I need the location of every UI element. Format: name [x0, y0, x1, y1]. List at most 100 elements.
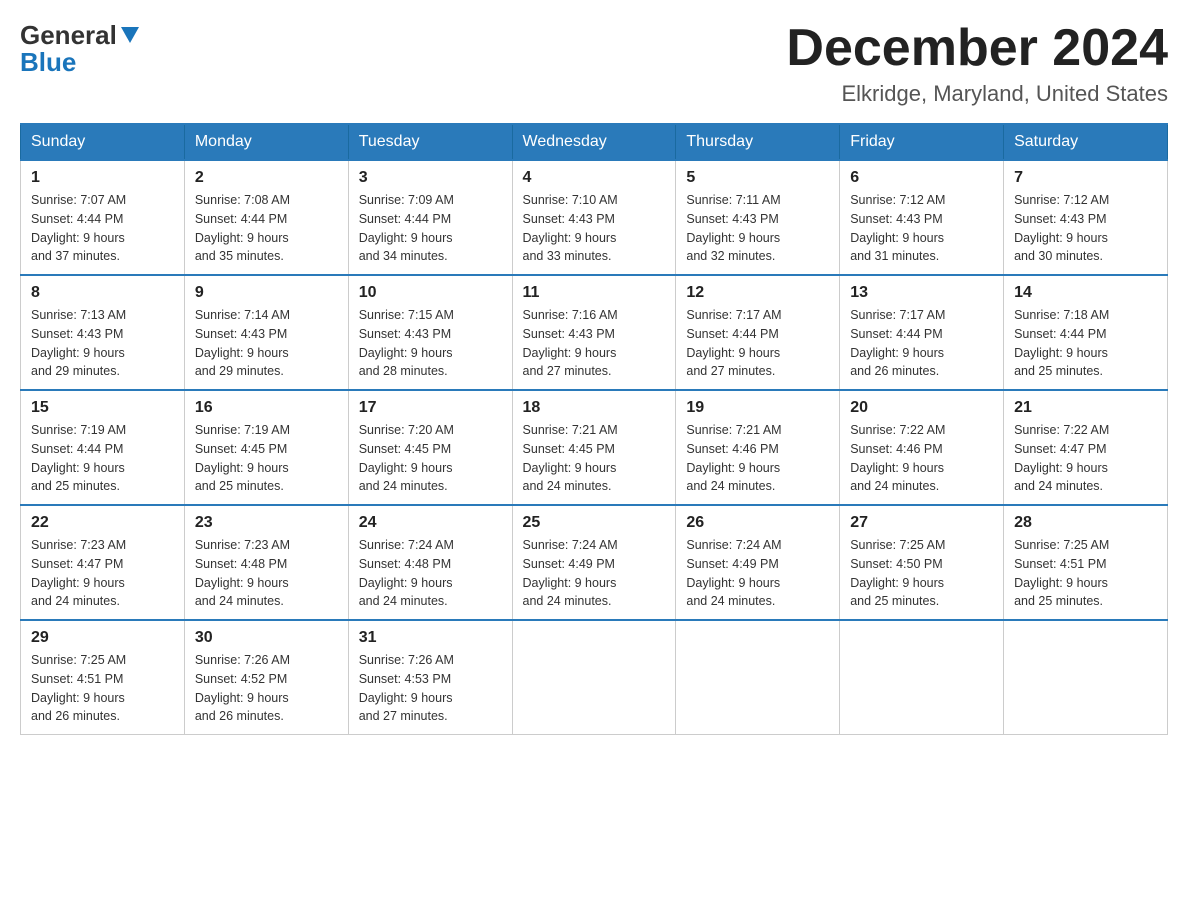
calendar-day-cell: 27 Sunrise: 7:25 AM Sunset: 4:50 PM Dayl…: [840, 505, 1004, 620]
day-info: Sunrise: 7:24 AM Sunset: 4:49 PM Dayligh…: [523, 536, 666, 611]
calendar-day-cell: 19 Sunrise: 7:21 AM Sunset: 4:46 PM Dayl…: [676, 390, 840, 505]
day-info: Sunrise: 7:19 AM Sunset: 4:44 PM Dayligh…: [31, 421, 174, 496]
calendar-day-cell: 31 Sunrise: 7:26 AM Sunset: 4:53 PM Dayl…: [348, 620, 512, 735]
day-number: 3: [359, 169, 502, 187]
day-info: Sunrise: 7:24 AM Sunset: 4:49 PM Dayligh…: [686, 536, 829, 611]
day-info: Sunrise: 7:25 AM Sunset: 4:51 PM Dayligh…: [31, 651, 174, 726]
day-number: 2: [195, 169, 338, 187]
calendar-day-cell: 26 Sunrise: 7:24 AM Sunset: 4:49 PM Dayl…: [676, 505, 840, 620]
calendar-day-cell: 1 Sunrise: 7:07 AM Sunset: 4:44 PM Dayli…: [21, 160, 185, 275]
col-tuesday: Tuesday: [348, 124, 512, 160]
calendar-day-cell: 22 Sunrise: 7:23 AM Sunset: 4:47 PM Dayl…: [21, 505, 185, 620]
col-thursday: Thursday: [676, 124, 840, 160]
day-number: 1: [31, 169, 174, 187]
calendar-day-cell: 11 Sunrise: 7:16 AM Sunset: 4:43 PM Dayl…: [512, 275, 676, 390]
day-info: Sunrise: 7:09 AM Sunset: 4:44 PM Dayligh…: [359, 191, 502, 266]
calendar-day-cell: 28 Sunrise: 7:25 AM Sunset: 4:51 PM Dayl…: [1004, 505, 1168, 620]
day-number: 14: [1014, 284, 1157, 302]
day-info: Sunrise: 7:07 AM Sunset: 4:44 PM Dayligh…: [31, 191, 174, 266]
day-info: Sunrise: 7:21 AM Sunset: 4:46 PM Dayligh…: [686, 421, 829, 496]
day-info: Sunrise: 7:25 AM Sunset: 4:50 PM Dayligh…: [850, 536, 993, 611]
day-number: 6: [850, 169, 993, 187]
calendar-day-cell: [1004, 620, 1168, 735]
day-info: Sunrise: 7:11 AM Sunset: 4:43 PM Dayligh…: [686, 191, 829, 266]
day-info: Sunrise: 7:14 AM Sunset: 4:43 PM Dayligh…: [195, 306, 338, 381]
calendar-day-cell: 13 Sunrise: 7:17 AM Sunset: 4:44 PM Dayl…: [840, 275, 1004, 390]
calendar-day-cell: 14 Sunrise: 7:18 AM Sunset: 4:44 PM Dayl…: [1004, 275, 1168, 390]
day-info: Sunrise: 7:08 AM Sunset: 4:44 PM Dayligh…: [195, 191, 338, 266]
calendar-day-cell: 8 Sunrise: 7:13 AM Sunset: 4:43 PM Dayli…: [21, 275, 185, 390]
day-info: Sunrise: 7:18 AM Sunset: 4:44 PM Dayligh…: [1014, 306, 1157, 381]
calendar-day-cell: 6 Sunrise: 7:12 AM Sunset: 4:43 PM Dayli…: [840, 160, 1004, 275]
day-number: 7: [1014, 169, 1157, 187]
title-block: December 2024 Elkridge, Maryland, United…: [786, 20, 1168, 107]
day-info: Sunrise: 7:12 AM Sunset: 4:43 PM Dayligh…: [850, 191, 993, 266]
day-info: Sunrise: 7:25 AM Sunset: 4:51 PM Dayligh…: [1014, 536, 1157, 611]
day-number: 12: [686, 284, 829, 302]
day-number: 21: [1014, 399, 1157, 417]
day-number: 28: [1014, 514, 1157, 532]
day-number: 31: [359, 629, 502, 647]
day-number: 17: [359, 399, 502, 417]
col-sunday: Sunday: [21, 124, 185, 160]
calendar-day-cell: 16 Sunrise: 7:19 AM Sunset: 4:45 PM Dayl…: [184, 390, 348, 505]
logo-arrow-icon: [119, 25, 141, 47]
calendar-week-row: 8 Sunrise: 7:13 AM Sunset: 4:43 PM Dayli…: [21, 275, 1168, 390]
day-number: 26: [686, 514, 829, 532]
day-info: Sunrise: 7:22 AM Sunset: 4:46 PM Dayligh…: [850, 421, 993, 496]
day-info: Sunrise: 7:10 AM Sunset: 4:43 PM Dayligh…: [523, 191, 666, 266]
page-header: General Blue December 2024 Elkridge, Mar…: [20, 20, 1168, 107]
calendar-table: Sunday Monday Tuesday Wednesday Thursday…: [20, 123, 1168, 735]
calendar-week-row: 1 Sunrise: 7:07 AM Sunset: 4:44 PM Dayli…: [21, 160, 1168, 275]
day-number: 25: [523, 514, 666, 532]
calendar-day-cell: [512, 620, 676, 735]
calendar-day-cell: 17 Sunrise: 7:20 AM Sunset: 4:45 PM Dayl…: [348, 390, 512, 505]
calendar-header-row: Sunday Monday Tuesday Wednesday Thursday…: [21, 124, 1168, 160]
day-info: Sunrise: 7:23 AM Sunset: 4:48 PM Dayligh…: [195, 536, 338, 611]
day-number: 4: [523, 169, 666, 187]
day-number: 22: [31, 514, 174, 532]
calendar-day-cell: 20 Sunrise: 7:22 AM Sunset: 4:46 PM Dayl…: [840, 390, 1004, 505]
day-number: 27: [850, 514, 993, 532]
day-info: Sunrise: 7:12 AM Sunset: 4:43 PM Dayligh…: [1014, 191, 1157, 266]
calendar-day-cell: 18 Sunrise: 7:21 AM Sunset: 4:45 PM Dayl…: [512, 390, 676, 505]
day-info: Sunrise: 7:20 AM Sunset: 4:45 PM Dayligh…: [359, 421, 502, 496]
month-title: December 2024: [786, 20, 1168, 77]
calendar-week-row: 15 Sunrise: 7:19 AM Sunset: 4:44 PM Dayl…: [21, 390, 1168, 505]
calendar-day-cell: [676, 620, 840, 735]
day-number: 30: [195, 629, 338, 647]
day-number: 18: [523, 399, 666, 417]
calendar-day-cell: 23 Sunrise: 7:23 AM Sunset: 4:48 PM Dayl…: [184, 505, 348, 620]
day-info: Sunrise: 7:16 AM Sunset: 4:43 PM Dayligh…: [523, 306, 666, 381]
day-info: Sunrise: 7:26 AM Sunset: 4:52 PM Dayligh…: [195, 651, 338, 726]
day-info: Sunrise: 7:26 AM Sunset: 4:53 PM Dayligh…: [359, 651, 502, 726]
calendar-week-row: 22 Sunrise: 7:23 AM Sunset: 4:47 PM Dayl…: [21, 505, 1168, 620]
calendar-day-cell: 4 Sunrise: 7:10 AM Sunset: 4:43 PM Dayli…: [512, 160, 676, 275]
day-number: 19: [686, 399, 829, 417]
day-number: 8: [31, 284, 174, 302]
col-monday: Monday: [184, 124, 348, 160]
calendar-day-cell: 5 Sunrise: 7:11 AM Sunset: 4:43 PM Dayli…: [676, 160, 840, 275]
day-info: Sunrise: 7:15 AM Sunset: 4:43 PM Dayligh…: [359, 306, 502, 381]
calendar-day-cell: 29 Sunrise: 7:25 AM Sunset: 4:51 PM Dayl…: [21, 620, 185, 735]
calendar-day-cell: 3 Sunrise: 7:09 AM Sunset: 4:44 PM Dayli…: [348, 160, 512, 275]
day-number: 15: [31, 399, 174, 417]
day-info: Sunrise: 7:22 AM Sunset: 4:47 PM Dayligh…: [1014, 421, 1157, 496]
day-info: Sunrise: 7:17 AM Sunset: 4:44 PM Dayligh…: [686, 306, 829, 381]
calendar-day-cell: 7 Sunrise: 7:12 AM Sunset: 4:43 PM Dayli…: [1004, 160, 1168, 275]
day-info: Sunrise: 7:24 AM Sunset: 4:48 PM Dayligh…: [359, 536, 502, 611]
day-info: Sunrise: 7:21 AM Sunset: 4:45 PM Dayligh…: [523, 421, 666, 496]
day-info: Sunrise: 7:17 AM Sunset: 4:44 PM Dayligh…: [850, 306, 993, 381]
day-number: 29: [31, 629, 174, 647]
calendar-day-cell: 24 Sunrise: 7:24 AM Sunset: 4:48 PM Dayl…: [348, 505, 512, 620]
day-number: 9: [195, 284, 338, 302]
calendar-day-cell: 15 Sunrise: 7:19 AM Sunset: 4:44 PM Dayl…: [21, 390, 185, 505]
logo: General Blue: [20, 20, 141, 78]
calendar-day-cell: 9 Sunrise: 7:14 AM Sunset: 4:43 PM Dayli…: [184, 275, 348, 390]
day-number: 11: [523, 284, 666, 302]
calendar-day-cell: 30 Sunrise: 7:26 AM Sunset: 4:52 PM Dayl…: [184, 620, 348, 735]
day-number: 24: [359, 514, 502, 532]
day-number: 23: [195, 514, 338, 532]
day-number: 13: [850, 284, 993, 302]
day-info: Sunrise: 7:19 AM Sunset: 4:45 PM Dayligh…: [195, 421, 338, 496]
